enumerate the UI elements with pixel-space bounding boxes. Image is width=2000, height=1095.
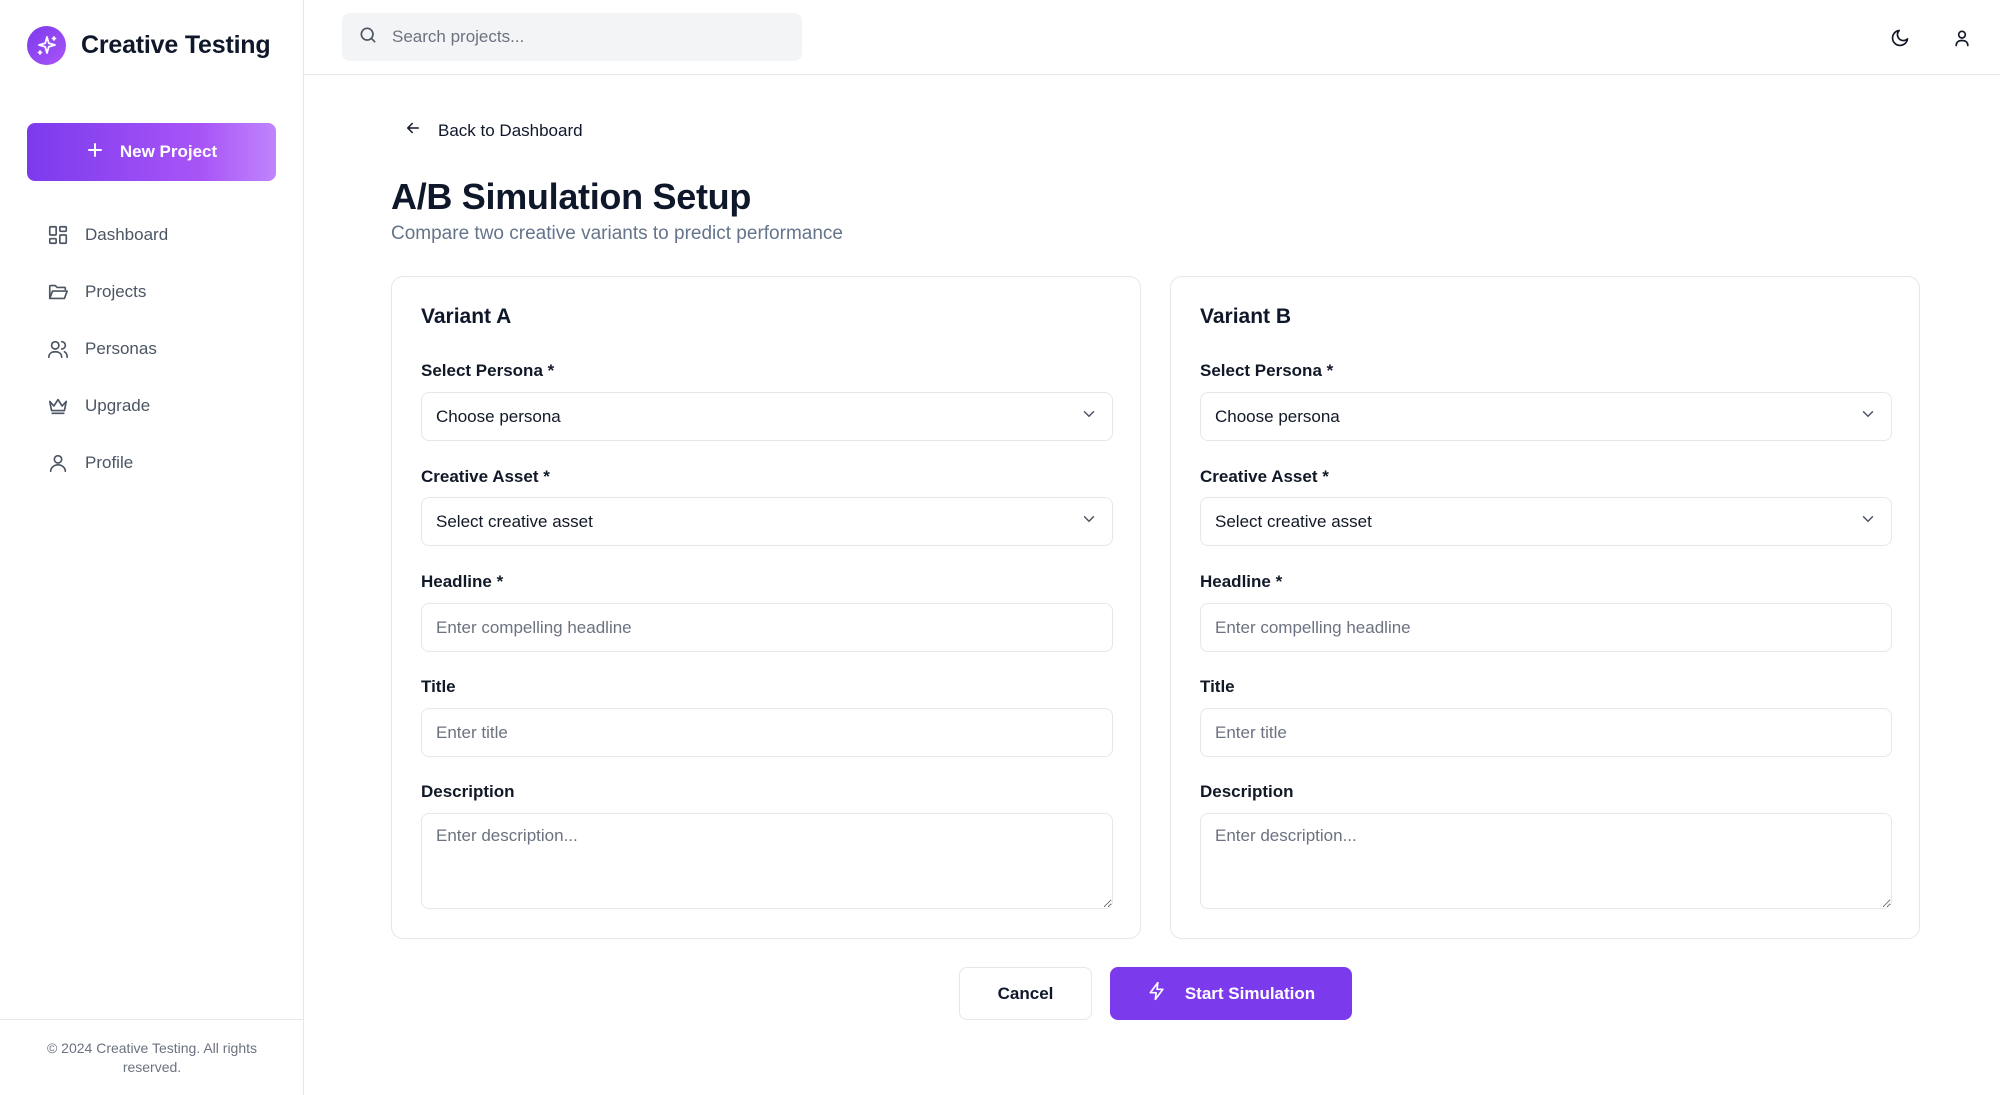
topbar — [304, 0, 2000, 75]
sidebar-item-label: Dashboard — [85, 224, 169, 244]
plus-icon — [86, 141, 104, 164]
sparkles-icon — [27, 26, 66, 65]
moon-icon[interactable] — [1884, 22, 1916, 54]
persona-select[interactable]: Choose persona — [421, 392, 1113, 441]
sidebar-item-label: Profile — [85, 452, 134, 472]
sidebar-footer: © 2024 Creative Testing. All rights rese… — [0, 1019, 304, 1095]
sidebar-item-profile[interactable]: Profile — [27, 434, 276, 491]
sidebar-item-label: Upgrade — [85, 395, 151, 415]
sidebar-item-projects[interactable]: Projects — [27, 263, 276, 320]
new-project-button[interactable]: New Project — [27, 123, 276, 181]
creative-asset-select[interactable]: Select creative asset — [1200, 497, 1892, 546]
headline-input[interactable] — [421, 603, 1113, 652]
chevron-down-icon — [1080, 405, 1098, 428]
back-label: Back to Dashboard — [438, 120, 583, 140]
sidebar-item-label: Projects — [85, 281, 147, 301]
persona-select-value: Choose persona — [1215, 406, 1340, 426]
variant-title: Variant A — [421, 305, 512, 328]
back-to-dashboard-link[interactable]: Back to Dashboard — [404, 119, 583, 142]
search-bar[interactable] — [342, 13, 802, 61]
title-input[interactable] — [1200, 708, 1892, 757]
user-icon[interactable] — [1946, 22, 1978, 54]
variant-title: Variant B — [1200, 305, 1292, 328]
description-label: Description — [421, 782, 515, 801]
sidebar: Creative Testing New Project Dashboard P… — [0, 0, 304, 1095]
search-icon — [358, 25, 378, 50]
creative-asset-label: Creative Asset * — [1200, 467, 1329, 486]
page-subtitle: Compare two creative variants to predict… — [391, 223, 843, 244]
chevron-down-icon — [1859, 510, 1877, 533]
variant-b-card: Variant B Select Persona * Choose person… — [1170, 276, 1920, 939]
creative-asset-select-value: Select creative asset — [436, 511, 593, 531]
title-input[interactable] — [421, 708, 1113, 757]
description-label: Description — [1200, 782, 1294, 801]
start-simulation-label: Start Simulation — [1184, 983, 1316, 1003]
main-content: Back to Dashboard A/B Simulation Setup C… — [304, 75, 2000, 1095]
title-label: Title — [421, 677, 456, 696]
folder-open-icon — [46, 280, 70, 304]
persona-label: Select Persona * — [1200, 361, 1334, 380]
description-textarea[interactable] — [421, 813, 1113, 909]
sidebar-item-personas[interactable]: Personas — [27, 320, 276, 377]
arrow-left-icon — [404, 119, 422, 142]
search-input[interactable] — [392, 27, 772, 47]
variant-a-card: Variant A Select Persona * Choose person… — [391, 276, 1141, 939]
sidebar-item-label: Personas — [85, 338, 157, 358]
user-icon — [46, 451, 70, 475]
crown-icon — [46, 394, 70, 418]
headline-input[interactable] — [1200, 603, 1892, 652]
layout-dashboard-icon — [46, 223, 70, 247]
description-textarea[interactable] — [1200, 813, 1892, 909]
sidebar-item-upgrade[interactable]: Upgrade — [27, 377, 276, 434]
app-name: Creative Testing — [81, 31, 271, 59]
brand[interactable]: Creative Testing — [27, 26, 271, 65]
headline-label: Headline * — [1200, 572, 1283, 591]
chevron-down-icon — [1859, 405, 1877, 428]
persona-select[interactable]: Choose persona — [1200, 392, 1892, 441]
title-label: Title — [1200, 677, 1235, 696]
sidebar-nav: Dashboard Projects Personas Upgrade Prof… — [27, 206, 276, 491]
cancel-button[interactable]: Cancel — [959, 967, 1092, 1020]
sidebar-item-dashboard[interactable]: Dashboard — [27, 206, 276, 263]
creative-asset-select-value: Select creative asset — [1215, 511, 1372, 531]
persona-select-value: Choose persona — [436, 406, 561, 426]
persona-label: Select Persona * — [421, 361, 555, 380]
headline-label: Headline * — [421, 572, 504, 591]
users-icon — [46, 337, 70, 361]
start-simulation-button[interactable]: Start Simulation — [1110, 967, 1352, 1020]
zap-icon — [1147, 981, 1167, 1006]
creative-asset-label: Creative Asset * — [421, 467, 550, 486]
chevron-down-icon — [1080, 510, 1098, 533]
creative-asset-select[interactable]: Select creative asset — [421, 497, 1113, 546]
page-title: A/B Simulation Setup — [391, 176, 752, 217]
new-project-label: New Project — [119, 142, 218, 161]
